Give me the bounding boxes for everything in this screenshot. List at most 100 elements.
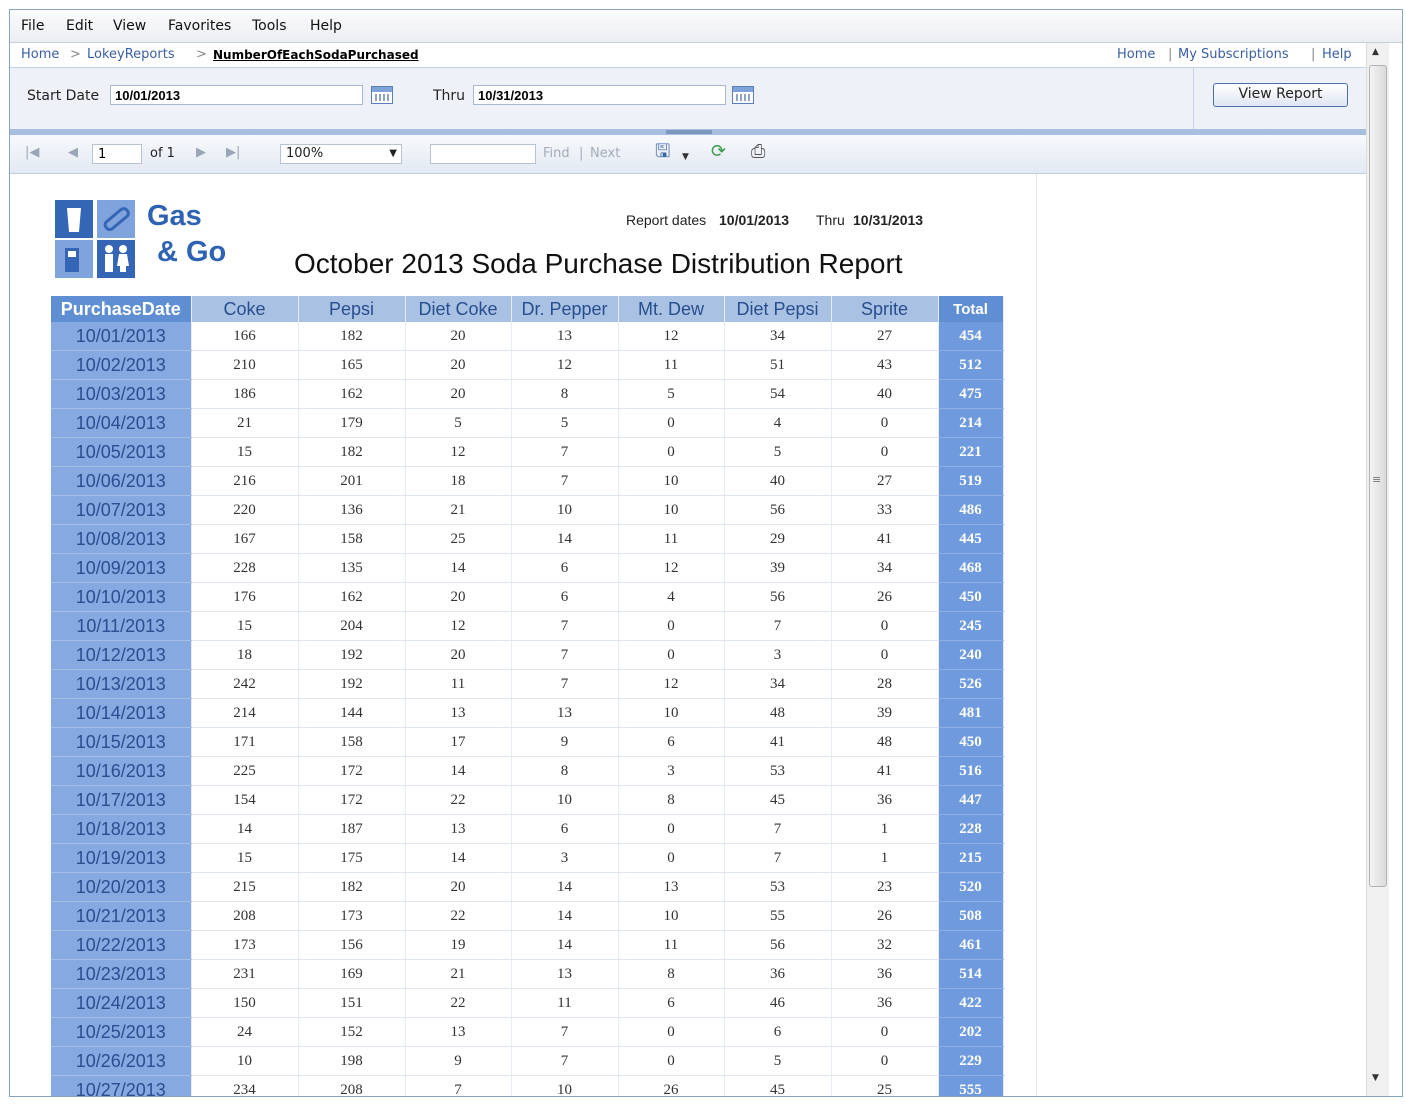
quantity-cell: 12 [405,611,512,641]
quantity-cell: 21 [191,408,299,438]
menu-view[interactable]: View [113,18,146,34]
page-number-input[interactable] [92,144,142,164]
menu-favorites[interactable]: Favorites [168,18,231,34]
total-cell: 447 [938,785,1004,815]
total-cell: 215 [938,843,1004,873]
quantity-cell: 45 [724,785,832,815]
table-row: 10/06/2013 216 201 18 7 10 40 27 519 [51,466,1004,496]
breadcrumb-home-link[interactable]: Home [21,47,59,62]
vertical-scrollbar[interactable]: ▲ ≡ ▼ [1366,43,1389,1096]
view-report-button[interactable]: View Report [1213,83,1348,107]
quantity-cell: 0 [618,843,725,873]
report-dates-thru-label: Thru [816,212,845,228]
splitter-grip[interactable] [666,130,712,134]
total-cell: 520 [938,872,1004,902]
quantity-cell: 234 [191,1075,299,1096]
calendar-icon[interactable] [371,86,393,104]
quantity-cell: 3 [511,843,619,873]
quantity-cell: 152 [298,1017,406,1047]
quantity-cell: 175 [298,843,406,873]
quantity-cell: 13 [618,872,725,902]
home-link[interactable]: Home [1117,47,1155,62]
total-cell: 240 [938,640,1004,670]
quantity-cell: 40 [831,379,939,409]
quantity-cell: 8 [511,379,619,409]
quantity-cell: 26 [831,582,939,612]
quantity-cell: 5 [405,408,512,438]
chevron-down-icon: ▼ [389,148,397,159]
scroll-down-icon[interactable]: ▼ [1372,1073,1379,1083]
quantity-cell: 10 [618,698,725,728]
quantity-cell: 14 [191,814,299,844]
quantity-cell: 12 [618,322,725,351]
breadcrumb-folder-link[interactable]: LokeyReports [87,47,175,62]
report-page-edge [1036,174,1037,1096]
column-header-coke: Coke [191,296,299,322]
total-cell: 508 [938,901,1004,931]
table-row: 10/20/2013 215 182 20 14 13 53 23 520 [51,872,1004,902]
menu-tools[interactable]: Tools [252,18,287,34]
quantity-cell: 7 [511,611,619,641]
quantity-cell: 167 [191,524,299,554]
quantity-cell: 43 [831,350,939,380]
find-link[interactable]: Find [543,146,570,161]
quantity-cell: 0 [831,408,939,438]
quantity-cell: 10 [511,495,619,525]
first-page-icon[interactable]: |◀ [25,145,39,160]
quantity-cell: 165 [298,350,406,380]
quantity-cell: 158 [298,727,406,757]
quantity-cell: 7 [724,814,832,844]
quantity-cell: 7 [511,437,619,467]
report-dates-start: 10/01/2013 [719,212,790,228]
quantity-cell: 13 [405,698,512,728]
quantity-cell: 0 [618,1017,725,1047]
table-row: 10/23/2013 231 169 21 13 8 36 36 514 [51,959,1004,989]
quantity-cell: 15 [191,611,299,641]
quantity-cell: 3 [618,756,725,786]
thru-date-field[interactable] [473,85,726,105]
scroll-up-icon[interactable]: ▲ [1372,47,1379,57]
quantity-cell: 14 [405,553,512,583]
help-link[interactable]: Help [1322,47,1352,62]
quantity-cell: 4 [618,582,725,612]
last-page-icon[interactable]: ▶| [226,145,240,160]
quantity-cell: 22 [405,785,512,815]
total-cell: 526 [938,669,1004,699]
quantity-cell: 0 [618,437,725,467]
quantity-cell: 0 [831,640,939,670]
report-dates-end: 10/31/2013 [853,212,924,228]
save-export-icon[interactable]: 🖫 [655,143,670,161]
refresh-icon[interactable]: ⟳ [711,143,726,161]
start-date-field[interactable] [110,85,363,105]
total-cell: 445 [938,524,1004,554]
breadcrumb-separator: > [196,47,207,62]
quantity-cell: 34 [724,669,832,699]
menu-bar: File Edit View Favorites Tools Help [10,10,1402,43]
total-cell: 454 [938,322,1004,351]
quantity-cell: 169 [298,959,406,989]
find-input[interactable] [430,144,536,164]
quantity-cell: 7 [511,1046,619,1076]
breadcrumb-current: NumberOfEachSodaPurchased [213,48,419,62]
menu-file[interactable]: File [21,18,44,34]
next-page-icon[interactable]: ▶ [196,145,206,160]
quantity-cell: 46 [724,988,832,1018]
quantity-cell: 6 [618,727,725,757]
hotdog-icon [97,200,135,238]
quantity-cell: 5 [511,408,619,438]
my-subscriptions-link[interactable]: My Subscriptions [1178,47,1289,62]
purchase-date-cell: 10/16/2013 [51,756,192,786]
menu-help[interactable]: Help [310,18,342,34]
table-row: 10/24/2013 150 151 22 11 6 46 36 422 [51,988,1004,1018]
thru-date-label: Thru [433,88,466,104]
print-icon[interactable]: ⎙ [751,143,765,161]
quantity-cell: 34 [724,322,832,351]
find-next-link[interactable]: Next [590,146,620,161]
menu-edit[interactable]: Edit [66,18,93,34]
quantity-cell: 36 [831,959,939,989]
prev-page-icon[interactable]: ◀ [68,145,78,160]
column-header-pepsi: Pepsi [298,296,406,322]
calendar-icon[interactable] [732,86,754,104]
chevron-down-icon[interactable]: ▼ [682,148,689,166]
zoom-select[interactable]: 100% ▼ [280,144,402,164]
